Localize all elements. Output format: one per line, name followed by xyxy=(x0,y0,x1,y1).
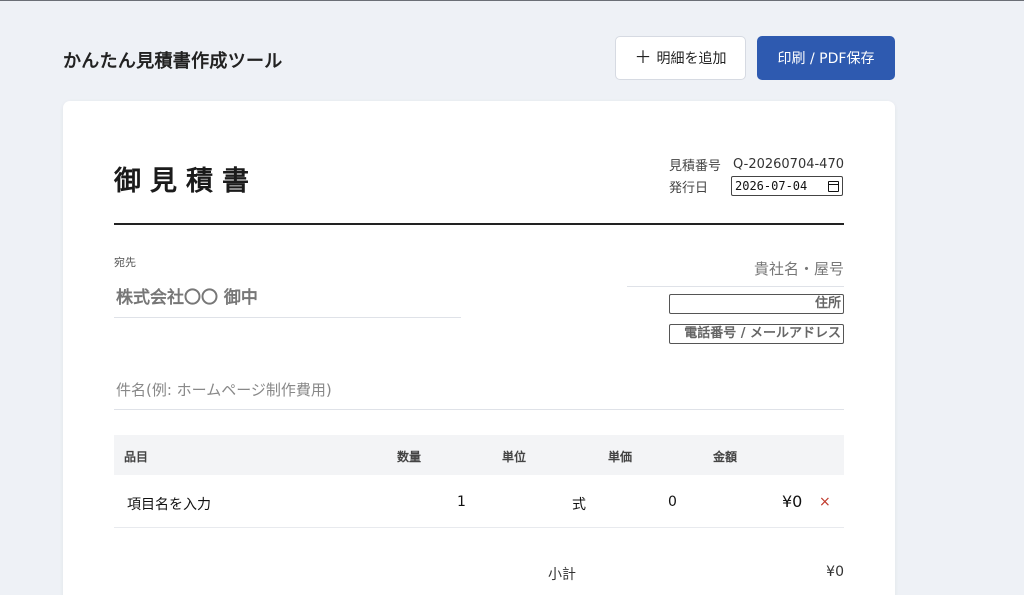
header-item: 品目 xyxy=(124,450,149,464)
issue-date-row: 発行日 2026-07-04 xyxy=(669,175,844,197)
quote-number: Q-20260704-470 xyxy=(733,156,844,172)
delete-row-icon[interactable]: × xyxy=(819,494,831,510)
recipient-input[interactable]: 株式会社〇〇 御中 xyxy=(114,283,461,318)
subtotal-value: ¥0 xyxy=(826,564,844,580)
issue-date-value: 2026-07-04 xyxy=(735,179,808,193)
header-unit-price: 単価 xyxy=(608,450,633,464)
row-amount: ¥0 xyxy=(782,492,803,511)
unit-input[interactable]: 式 xyxy=(572,494,586,514)
table-row: 項目名を入力 1 式 0 ¥0 × xyxy=(114,475,844,528)
print-pdf-button[interactable]: 印刷 / PDF保存 xyxy=(757,36,895,80)
unit-price-input[interactable]: 0 xyxy=(668,494,677,510)
document-title: 御見積書 xyxy=(114,166,258,197)
top-bar: かんたん見積書作成ツール ＋ 明細を追加 印刷 / PDF保存 xyxy=(63,35,895,81)
quote-sheet: 御見積書 見積番号 Q-20260704-470 発行日 2026-07-04 … xyxy=(63,101,895,595)
subtotal-label: 小計 xyxy=(548,567,576,583)
plus-icon: ＋ xyxy=(634,47,652,68)
issue-date-input[interactable]: 2026-07-04 xyxy=(731,176,843,196)
add-line-label: 明細を追加 xyxy=(656,51,727,67)
subject-input[interactable]: 件名(例: ホームページ制作費用) xyxy=(114,379,844,410)
title-divider xyxy=(114,223,844,225)
add-line-button[interactable]: ＋ 明細を追加 xyxy=(615,36,746,80)
address-input[interactable]: 住所 xyxy=(669,294,844,314)
qty-input[interactable]: 1 xyxy=(457,494,466,510)
header-amount: 金額 xyxy=(713,450,738,464)
issue-date-label: 発行日 xyxy=(669,180,709,196)
recipient-label: 宛先 xyxy=(114,256,136,269)
company-name-input[interactable]: 貴社名・屋号 xyxy=(627,258,844,287)
calendar-icon[interactable] xyxy=(828,180,839,192)
item-name-input[interactable]: 項目名を入力 xyxy=(127,494,211,514)
header-unit: 単位 xyxy=(502,450,527,464)
app-title: かんたん見積書作成ツール xyxy=(63,51,283,72)
contact-input[interactable]: 電話番号 / メールアドレス xyxy=(669,324,844,344)
quote-meta: 見積番号 Q-20260704-470 発行日 2026-07-04 xyxy=(669,153,844,197)
quote-number-row: 見積番号 Q-20260704-470 xyxy=(669,153,844,175)
table-header: 品目 数量 単位 単価 金額 xyxy=(114,435,844,475)
quote-number-label: 見積番号 xyxy=(669,158,722,174)
header-qty: 数量 xyxy=(397,450,422,464)
